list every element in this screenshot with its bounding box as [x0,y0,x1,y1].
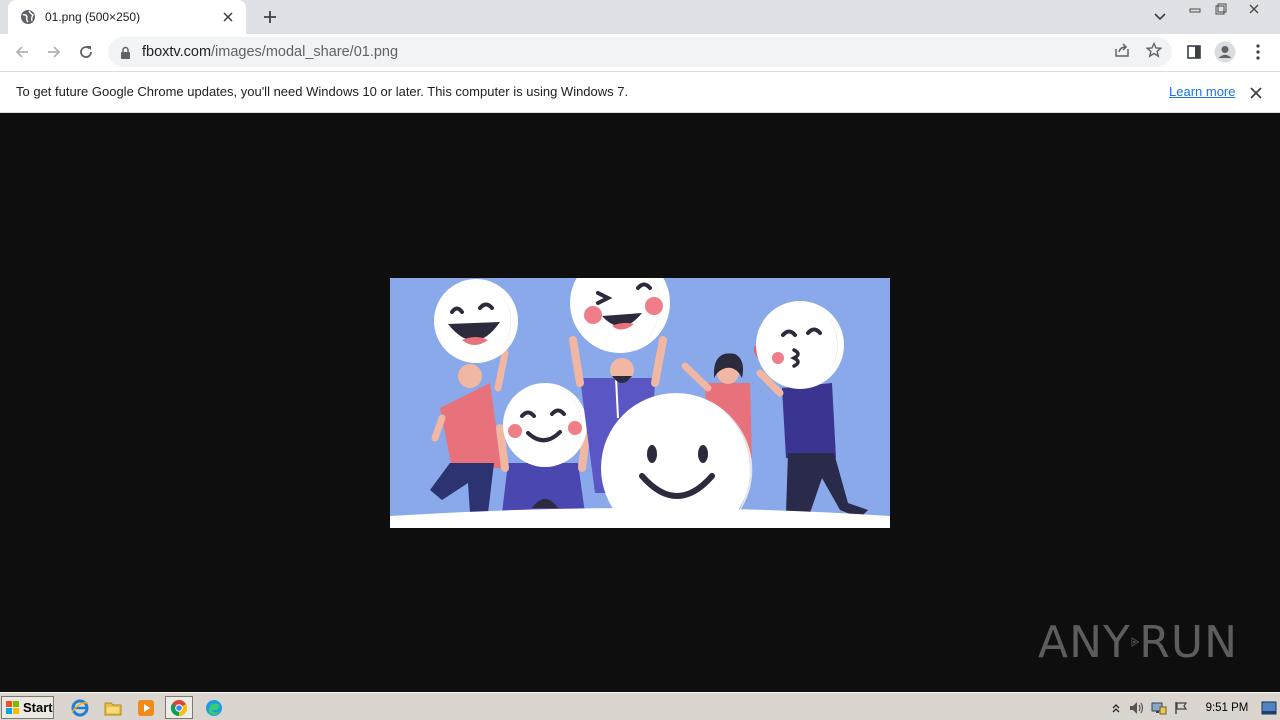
tab-search-chevron-icon[interactable] [1150,8,1170,26]
windows-logo-icon [6,701,19,714]
internet-explorer-icon[interactable] [66,696,94,719]
restore-icon[interactable] [1208,0,1234,18]
chrome-icon[interactable] [165,696,193,719]
window-controls [1182,0,1274,18]
bookmark-star-icon[interactable] [1145,41,1163,59]
infobar-message: To get future Google Chrome updates, you… [16,84,629,99]
address-bar[interactable]: fboxtv.com/images/modal_share/01.png [108,37,1172,67]
smiley-face [434,279,518,363]
browser-tab[interactable]: 01.png (500×250) [8,0,246,34]
show-hidden-icons-icon[interactable] [1105,698,1127,718]
url-text: fboxtv.com/images/modal_share/01.png [142,44,398,60]
volume-icon[interactable] [1127,698,1149,718]
browser-toolbar: fboxtv.com/images/modal_share/01.png [0,34,1280,71]
profile-avatar-icon[interactable] [1211,38,1239,66]
forward-button[interactable] [39,37,69,67]
media-player-icon[interactable] [132,696,160,719]
new-tab-button[interactable] [258,5,282,29]
watermark-text-left: ANY [1038,616,1131,668]
globe-icon [20,9,36,25]
minimize-icon[interactable] [1182,0,1208,18]
watermark-text-right: RUN [1139,616,1238,668]
share-icon[interactable] [1113,41,1131,59]
reload-button[interactable] [71,37,101,67]
network-icon[interactable] [1148,698,1170,718]
lock-icon[interactable] [120,45,132,59]
start-button[interactable]: Start [1,696,54,719]
menu-kebab-icon[interactable] [1244,38,1272,66]
image-viewer: ANY RUN [0,113,1280,692]
smiley-face [756,301,844,389]
displayed-image[interactable] [390,278,890,528]
clock[interactable]: 9:51 PM [1206,702,1249,714]
tab-strip: 01.png (500×250) [0,0,1280,34]
start-label: Start [23,700,53,715]
update-infobar: To get future Google Chrome updates, you… [0,71,1280,113]
side-panel-icon[interactable] [1180,38,1208,66]
close-tab-icon[interactable] [220,9,236,25]
file-explorer-icon[interactable] [99,696,127,719]
tab-title: 01.png (500×250) [45,10,141,24]
url-domain: fboxtv.com [142,44,212,60]
smiley-face [503,383,587,467]
back-button[interactable] [7,37,37,67]
play-triangle-logo-icon [1131,637,1139,647]
close-infobar-icon[interactable] [1247,84,1265,102]
system-tray: 9:51 PM [1105,695,1280,720]
taskbar: Start 9:51 PM [0,692,1280,720]
url-path: /images/modal_share/01.png [211,44,399,60]
close-window-icon[interactable] [1234,0,1274,18]
action-center-flag-icon[interactable] [1170,698,1192,718]
show-desktop-icon[interactable] [1258,698,1280,718]
anyrun-watermark: ANY RUN [1038,611,1238,673]
smiley-people-illustration [390,278,890,528]
edge-icon[interactable] [200,696,228,719]
learn-more-link[interactable]: Learn more [1169,84,1235,99]
